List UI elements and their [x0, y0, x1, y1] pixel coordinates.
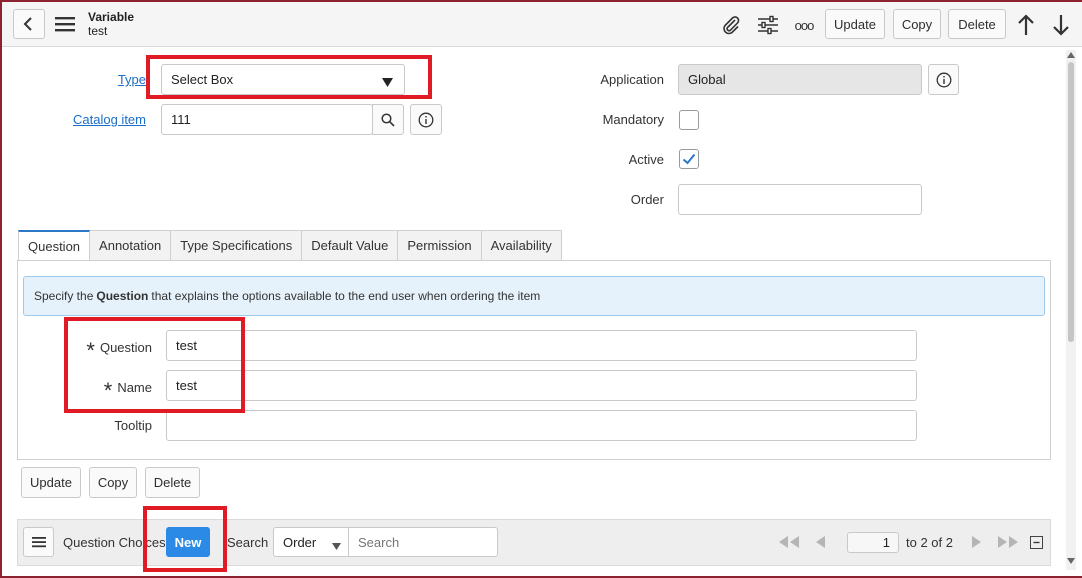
application-field: Global [678, 64, 922, 95]
name-value: test [176, 378, 197, 393]
catalog-item-lookup-button[interactable] [372, 104, 404, 135]
checkmark-icon [682, 153, 696, 165]
application-label: Application [600, 72, 664, 87]
caret-down-icon [382, 75, 393, 90]
search-field-select[interactable]: Order [273, 527, 349, 557]
catalog-item-value: 111 [171, 112, 191, 127]
arrow-up-icon[interactable] [1015, 13, 1037, 37]
info-message: Specify the Question that explains the o… [23, 276, 1045, 316]
more-options-icon[interactable]: ooo [792, 16, 816, 34]
page-range-label: to 2 of 2 [906, 535, 953, 550]
name-label: Name [117, 380, 152, 395]
form-header: Variable test ooo Update Copy Delete [2, 2, 1082, 47]
info-icon [418, 112, 434, 127]
name-input[interactable]: test [166, 370, 917, 401]
tooltip-input[interactable] [166, 410, 917, 441]
required-asterisk-icon: * [103, 378, 113, 403]
previous-page-icon[interactable] [812, 533, 828, 551]
order-input[interactable] [678, 184, 922, 215]
header-title-block: Variable test [88, 10, 134, 38]
settings-sliders-icon[interactable] [756, 14, 780, 36]
page-subtitle: test [88, 24, 108, 38]
tab-permission[interactable]: Permission [398, 230, 482, 261]
search-label: Search [227, 535, 269, 550]
catalog-item-label[interactable]: Catalog item [60, 112, 146, 127]
tab-question[interactable]: Question [18, 230, 91, 261]
active-label: Active [628, 152, 664, 167]
related-list-menu-button[interactable] [23, 527, 54, 557]
type-select-value: Select Box [171, 72, 234, 87]
mandatory-label: Mandatory [602, 112, 664, 127]
paperclip-icon[interactable] [720, 14, 742, 36]
hamburger-menu-icon[interactable] [54, 14, 76, 34]
tab-default-value[interactable]: Default Value [302, 230, 399, 261]
last-page-icon[interactable] [995, 533, 1021, 551]
scroll-down-icon[interactable] [1066, 556, 1076, 566]
question-value: test [176, 338, 197, 353]
type-select[interactable]: Select Box [161, 64, 405, 95]
question-input[interactable]: test [166, 330, 917, 361]
search-field-select-value: Order [283, 534, 317, 550]
active-checkbox[interactable] [679, 149, 699, 169]
caret-down-icon [332, 538, 341, 553]
info-message-bold: Question [96, 289, 149, 303]
tooltip-label: Tooltip [114, 418, 152, 433]
info-icon [936, 72, 951, 87]
related-list-search-input[interactable] [348, 527, 498, 557]
form-section-tabs: Question Annotation Type Specifications … [18, 230, 562, 261]
scroll-up-icon[interactable] [1066, 50, 1076, 60]
page-number-value: 1 [882, 535, 890, 550]
back-button[interactable] [13, 9, 45, 39]
application-info-button[interactable] [928, 64, 959, 95]
related-list-title: Question Choices [63, 535, 166, 550]
window-frame-left [0, 0, 2, 578]
info-message-prefix: Specify the [34, 289, 94, 303]
tab-annotation[interactable]: Annotation [90, 230, 172, 261]
header-update-button[interactable]: Update [825, 9, 885, 39]
collapse-icon[interactable] [1030, 536, 1043, 549]
search-icon [381, 112, 395, 127]
question-label-block: * Question [78, 338, 152, 363]
required-asterisk-icon: * [86, 338, 95, 363]
mandatory-checkbox[interactable] [679, 110, 699, 130]
info-message-suffix: that explains the options available to t… [151, 289, 541, 303]
chevron-left-icon [23, 17, 32, 31]
page-title: Variable [88, 10, 135, 24]
question-label: Question [99, 340, 152, 355]
hamburger-menu-icon [31, 537, 46, 548]
form-update-button[interactable]: Update [21, 467, 81, 498]
new-button[interactable]: New [166, 527, 210, 557]
header-delete-button[interactable]: Delete [948, 9, 1006, 39]
application-value: Global [688, 72, 726, 87]
catalog-item-input[interactable]: 111 [161, 104, 373, 135]
form-copy-button[interactable]: Copy [89, 467, 137, 498]
first-page-icon[interactable] [776, 533, 802, 551]
page-number-input[interactable]: 1 [847, 532, 899, 553]
arrow-down-icon[interactable] [1050, 13, 1072, 37]
name-label-block: * Name [78, 378, 152, 403]
order-label: Order [630, 192, 664, 207]
tab-type-specifications[interactable]: Type Specifications [171, 230, 303, 261]
catalog-item-info-button[interactable] [410, 104, 442, 135]
header-copy-button[interactable]: Copy [893, 9, 941, 39]
page-scrollbar-thumb[interactable] [1068, 62, 1074, 342]
type-label[interactable]: Type [96, 72, 146, 87]
next-page-icon[interactable] [968, 533, 984, 551]
tab-availability[interactable]: Availability [481, 230, 562, 261]
form-delete-button[interactable]: Delete [145, 467, 200, 498]
